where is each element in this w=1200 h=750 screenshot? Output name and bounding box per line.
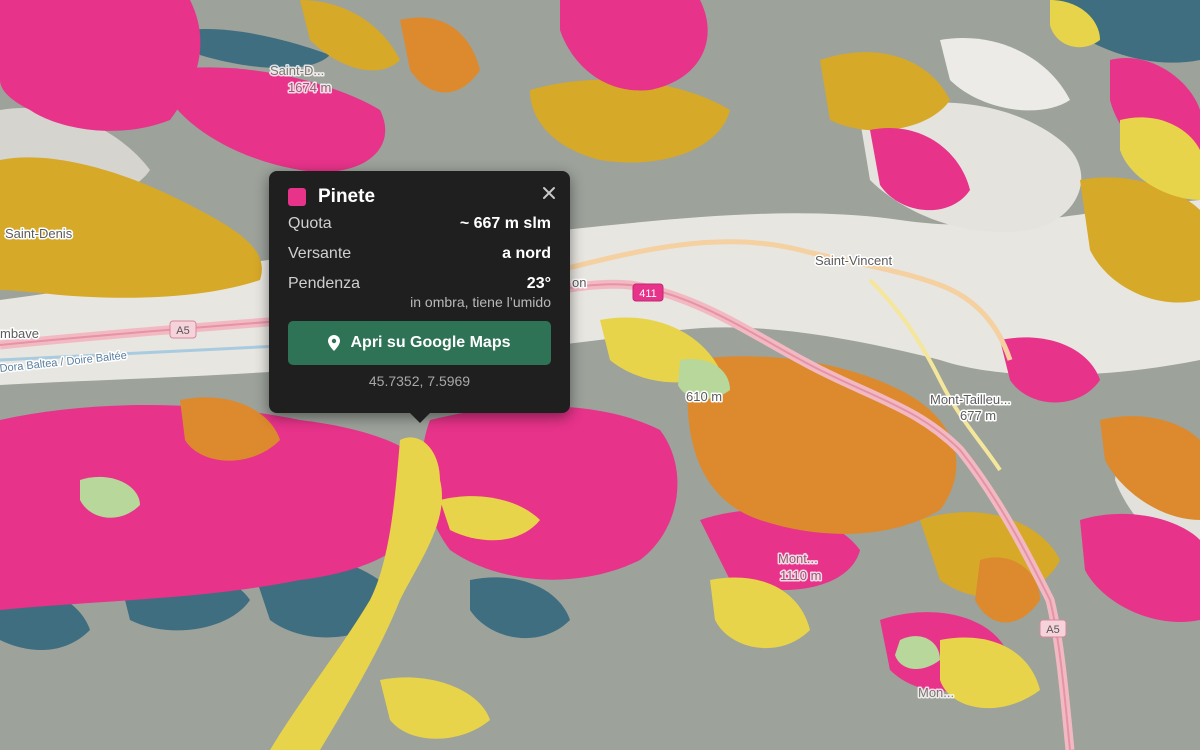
popup-header: Pinete: [288, 186, 551, 207]
info-value: 23°: [526, 275, 551, 292]
map-pin-icon: [328, 335, 341, 351]
place-label-chambave: mbave: [0, 326, 39, 341]
pinete-area: [421, 406, 678, 580]
info-note: in ombra, tiene l’umido: [410, 294, 551, 310]
map-canvas[interactable]: A5 A5 411 Saint-Denis Saint-Vincent Sain…: [0, 0, 1200, 750]
place-label-on: on: [572, 275, 586, 290]
shield-road-411: 411: [632, 283, 664, 302]
peak-elevation-bottom: 1110 m: [780, 568, 821, 583]
svg-text:411: 411: [639, 288, 657, 300]
peak-label-top: Saint-D...: [270, 63, 324, 78]
peak-label-right: Mon...: [918, 685, 954, 700]
popup-title: Pinete: [318, 186, 376, 207]
coordinates-readout: 45.7352, 7.5969: [368, 373, 471, 389]
popup-tip: [410, 413, 430, 423]
shield-a5-right: A5: [1039, 619, 1067, 638]
info-value: ~ 667 m slm: [459, 215, 551, 232]
shield-a5-left: A5: [169, 320, 197, 339]
info-label: Quota: [288, 215, 332, 232]
svg-text:A5: A5: [1046, 624, 1059, 636]
place-label-saint-vincent: Saint-Vincent: [815, 253, 892, 268]
info-label: Versante: [288, 245, 352, 262]
button-label: Apri su Google Maps: [350, 334, 511, 351]
close-icon[interactable]: [540, 185, 558, 203]
svg-text:A5: A5: [176, 325, 189, 337]
category-swatch: [288, 188, 306, 206]
info-value: a nord: [502, 245, 551, 262]
place-label-saint-denis: Saint-Denis: [5, 226, 73, 241]
elevation-label-610: 610 m: [686, 389, 722, 404]
place-label-mont-tailleur: Mont-Tailleu...: [930, 392, 1011, 407]
elevation-label-677: 677 m: [960, 408, 996, 423]
info-row-quota: Quota ~ 667 m slm: [288, 215, 551, 237]
peak-elevation-top: 1674 m: [288, 80, 331, 95]
info-row-versante: Versante a nord: [288, 245, 551, 267]
peak-label-bottom: Mont...: [778, 551, 818, 566]
info-label: Pendenza: [288, 275, 361, 292]
open-google-maps-button[interactable]: Apri su Google Maps: [288, 321, 551, 365]
info-popup: Pinete Quota ~ 667 m slm Versante a nord…: [269, 171, 570, 423]
